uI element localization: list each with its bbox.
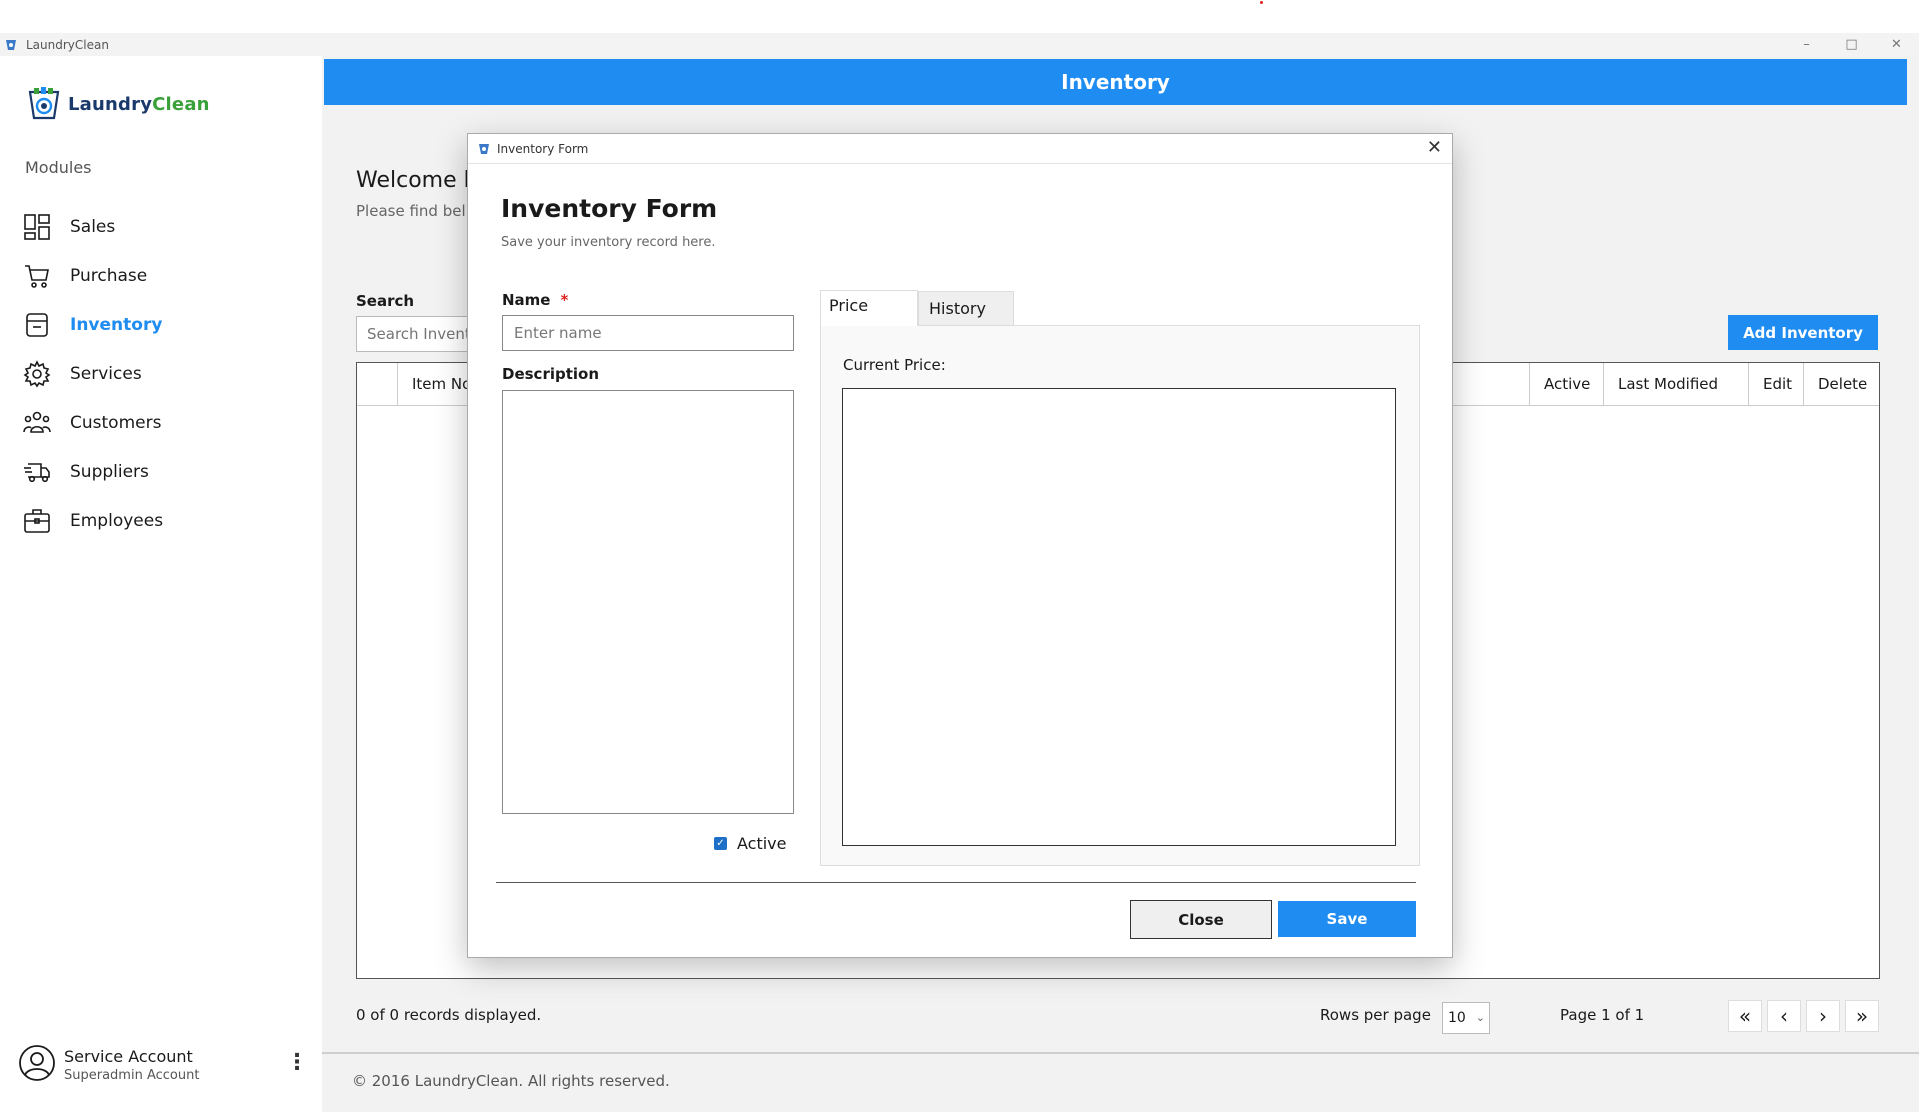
- cursor-dot: [1260, 1, 1263, 4]
- page-header: Inventory: [324, 59, 1907, 105]
- window-title: LaundryClean: [26, 37, 109, 52]
- prev-page-icon[interactable]: ‹: [1767, 1000, 1801, 1032]
- sidebar-item-employees[interactable]: Employees: [22, 496, 163, 545]
- account-name: Service Account: [64, 1047, 193, 1066]
- name-label: Name *: [502, 291, 569, 309]
- people-icon: [23, 411, 51, 433]
- laundry-basket-icon: [28, 87, 60, 120]
- welcome-subtext: Please find bel: [356, 202, 466, 220]
- page-info: Page 1 of 1: [1560, 1006, 1645, 1024]
- maximize-button[interactable]: □: [1829, 33, 1874, 56]
- sidebar-item-label: Purchase: [70, 265, 148, 286]
- top-strip: [0, 0, 1919, 33]
- tab-history[interactable]: History: [918, 291, 1014, 326]
- window-close-button[interactable]: ✕: [1874, 33, 1919, 56]
- first-page-icon[interactable]: «: [1728, 1000, 1762, 1032]
- app-logo-icon: [6, 39, 16, 50]
- price-history-tabs: Price History: [820, 290, 1014, 326]
- rows-per-page-select[interactable]: 10 ⌄: [1442, 1002, 1490, 1034]
- active-checkbox[interactable]: ✓ Active: [714, 834, 787, 853]
- dialog-divider: [496, 882, 1416, 883]
- window-titlebar: LaundryClean – □ ✕: [0, 33, 1919, 56]
- required-marker: *: [560, 291, 569, 309]
- footer-divider: [322, 1052, 1919, 1054]
- form-subtitle: Save your inventory record here.: [501, 235, 716, 250]
- save-button[interactable]: Save: [1278, 901, 1416, 937]
- inventory-icon: [26, 312, 48, 337]
- sidebar-item-purchase[interactable]: Purchase: [22, 251, 163, 300]
- current-price-box[interactable]: [842, 388, 1396, 846]
- brand-logo: LaundryClean: [26, 86, 210, 122]
- sidebar-item-inventory[interactable]: Inventory: [22, 300, 163, 349]
- close-button[interactable]: Close: [1130, 900, 1272, 939]
- dashboard-icon: [24, 213, 50, 240]
- rows-per-page-label: Rows per page: [1320, 1006, 1431, 1024]
- window-controls: – □ ✕: [1784, 33, 1919, 56]
- search-label: Search: [356, 292, 415, 310]
- description-label: Description: [502, 365, 600, 383]
- chevron-down-icon: ⌄: [1475, 1011, 1485, 1024]
- column-header-delete: Delete: [1803, 363, 1879, 406]
- current-price-label: Current Price:: [843, 356, 946, 374]
- more-options-icon[interactable]: ⋮: [286, 1050, 308, 1075]
- app-logo-icon: [479, 143, 489, 154]
- gear-icon: [23, 359, 51, 387]
- pagination: « ‹ › »: [1728, 1000, 1879, 1032]
- dialog-window-title: Inventory Form: [497, 141, 589, 156]
- description-field[interactable]: [502, 390, 794, 814]
- sidebar-item-customers[interactable]: Customers: [22, 398, 163, 447]
- sidebar: LaundryClean Modules Sales Purchase Inve…: [0, 56, 322, 1112]
- inventory-form-dialog: Inventory Form ✕ Inventory Form Save you…: [467, 133, 1453, 958]
- user-circle-icon: [19, 1045, 55, 1081]
- minimize-button[interactable]: –: [1784, 33, 1829, 56]
- welcome-heading: Welcome b: [356, 168, 478, 193]
- account-role: Superadmin Account: [64, 1068, 200, 1083]
- last-page-icon[interactable]: »: [1845, 1000, 1879, 1032]
- sidebar-item-services[interactable]: Services: [22, 349, 163, 398]
- add-inventory-button[interactable]: Add Inventory: [1728, 315, 1878, 350]
- sidebar-item-suppliers[interactable]: Suppliers: [22, 447, 163, 496]
- sidebar-item-label: Customers: [70, 412, 162, 433]
- avatar: [18, 1044, 56, 1086]
- copyright: © 2016 LaundryClean. All rights reserved…: [352, 1072, 670, 1090]
- tab-price[interactable]: Price: [820, 290, 918, 326]
- name-field[interactable]: [502, 315, 794, 351]
- module-nav: Sales Purchase Inventory Services Custom…: [22, 202, 163, 545]
- cart-icon: [25, 264, 49, 288]
- sidebar-item-sales[interactable]: Sales: [22, 202, 163, 251]
- briefcase-icon: [24, 508, 50, 533]
- truck-icon: [24, 462, 50, 482]
- sidebar-item-label: Employees: [70, 510, 164, 531]
- rows-per-page-value: 10: [1448, 1010, 1466, 1026]
- active-label: Active: [737, 834, 787, 853]
- price-tab-panel: Current Price:: [820, 325, 1420, 866]
- modules-heading: Modules: [25, 158, 92, 177]
- sidebar-item-label: Inventory: [70, 314, 163, 335]
- checkbox-checked-icon: ✓: [714, 837, 727, 850]
- records-info: 0 of 0 records displayed.: [356, 1006, 542, 1024]
- brand-name: LaundryClean: [68, 93, 210, 115]
- sidebar-item-label: Sales: [70, 216, 116, 237]
- account-panel[interactable]: Service Account Superadmin Account ⋮: [18, 1044, 308, 1086]
- sidebar-item-label: Suppliers: [70, 461, 149, 482]
- close-icon[interactable]: ✕: [1427, 137, 1442, 158]
- column-header-last-modified[interactable]: Last Modified: [1603, 363, 1748, 406]
- column-header-edit: Edit: [1748, 363, 1803, 406]
- sidebar-item-label: Services: [70, 363, 142, 384]
- dialog-titlebar: Inventory Form ✕: [468, 134, 1452, 164]
- column-header-active[interactable]: Active: [1529, 363, 1603, 406]
- select-column-header: [357, 363, 397, 406]
- next-page-icon[interactable]: ›: [1806, 1000, 1840, 1032]
- form-title: Inventory Form: [501, 194, 718, 223]
